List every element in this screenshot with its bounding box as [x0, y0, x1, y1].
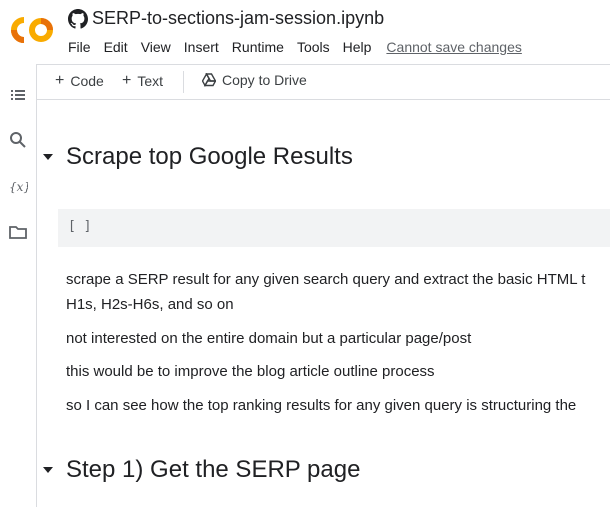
section-heading-2: Step 1) Get the SERP page — [42, 456, 360, 484]
copy-to-drive-button[interactable]: Copy to Drive — [202, 72, 307, 88]
menubar: File Edit View Insert Runtime Tools Help… — [68, 39, 522, 55]
markdown-paragraph: scrape a SERP result for any given searc… — [66, 271, 586, 288]
menu-edit[interactable]: Edit — [104, 39, 128, 55]
add-text-label: Text — [137, 73, 164, 89]
section-heading-1: Scrape top Google Results — [42, 143, 353, 171]
section-title-1: Scrape top Google Results — [66, 143, 353, 170]
plus-icon: + — [122, 72, 132, 89]
menu-file[interactable]: File — [68, 39, 91, 55]
code-cell[interactable]: [ ] — [58, 209, 610, 247]
github-icon[interactable] — [68, 8, 88, 29]
markdown-paragraph: not interested on the entire domain but … — [66, 330, 472, 347]
menu-help[interactable]: Help — [343, 39, 372, 55]
header: SERP-to-sections-jam-session.ipynb File … — [0, 0, 610, 64]
menu-runtime[interactable]: Runtime — [232, 39, 284, 55]
plus-icon: + — [55, 72, 65, 89]
markdown-paragraph: so I can see how the top ranking results… — [66, 397, 577, 414]
search-icon[interactable] — [8, 130, 28, 150]
notebook-title[interactable]: SERP-to-sections-jam-session.ipynb — [92, 8, 384, 29]
markdown-paragraph: H1s, H2s-H6s, and so on — [66, 296, 234, 313]
copy-to-drive-label: Copy to Drive — [222, 72, 307, 88]
menu-view[interactable]: View — [141, 39, 171, 55]
add-text-button[interactable]: + Text — [122, 72, 163, 90]
markdown-paragraph: this would be to improve the blog articl… — [66, 363, 435, 380]
toolbar-divider — [183, 71, 184, 93]
collapse-caret-icon[interactable] — [42, 464, 54, 476]
svg-text:{x}: {x} — [9, 180, 28, 194]
cannot-save-link[interactable]: Cannot save changes — [386, 39, 521, 55]
run-cell-indicator[interactable]: [ ] — [68, 219, 91, 234]
menu-tools[interactable]: Tools — [297, 39, 330, 55]
add-code-label: Code — [70, 73, 104, 89]
table-of-contents-icon[interactable] — [8, 85, 28, 105]
collapse-caret-icon[interactable] — [42, 151, 54, 163]
drive-icon — [202, 73, 216, 87]
menu-insert[interactable]: Insert — [184, 39, 219, 55]
colab-logo[interactable] — [11, 14, 55, 46]
title-row: SERP-to-sections-jam-session.ipynb — [68, 8, 384, 29]
folder-icon[interactable] — [8, 222, 28, 242]
add-code-button[interactable]: + Code — [55, 72, 104, 90]
left-sidebar: {x} — [0, 64, 37, 507]
section-title-2: Step 1) Get the SERP page — [66, 456, 361, 483]
notebook-toolbar: + Code + Text Copy to Drive — [37, 64, 610, 100]
variables-icon[interactable]: {x} — [8, 176, 28, 196]
